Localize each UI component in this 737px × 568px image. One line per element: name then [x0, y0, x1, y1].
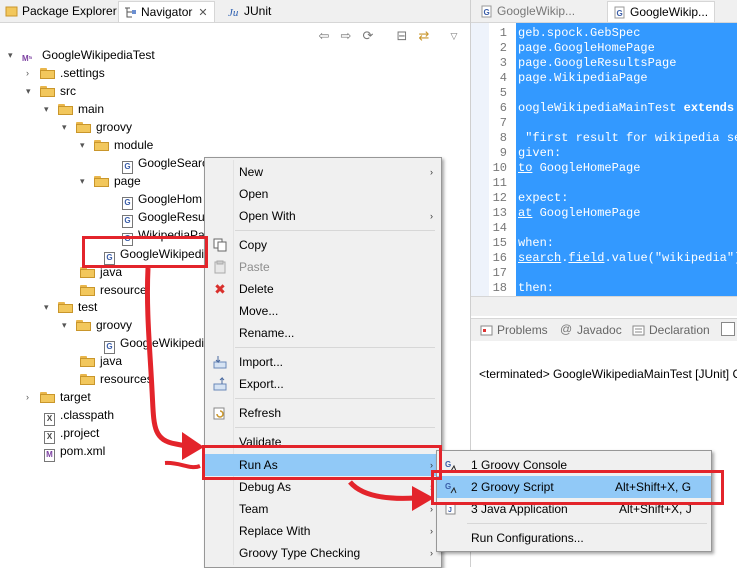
annotation-arrow-head — [182, 432, 204, 460]
annotation-arrow — [164, 460, 201, 470]
annotation-arrow — [144, 267, 187, 449]
annotation-arrow — [348, 480, 416, 501]
annotation-arrows — [144, 267, 434, 511]
annotation-arrow-head — [412, 486, 434, 511]
